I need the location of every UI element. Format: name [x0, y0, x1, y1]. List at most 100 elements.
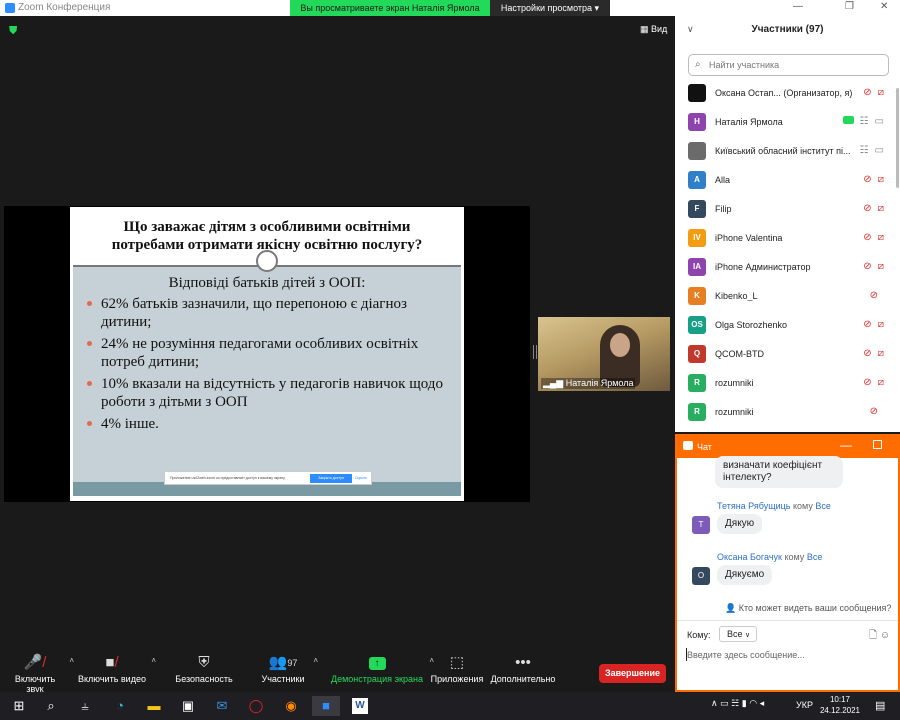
minimize-icon[interactable]: —	[793, 1, 803, 12]
unmute-button[interactable]: 🎤/ Включить звук ˄	[6, 652, 74, 694]
video-panel-drag-handle[interactable]	[533, 345, 537, 359]
camera-off-icon[interactable]: ⧄	[878, 174, 884, 185]
camera-icon[interactable]: ▭	[875, 116, 884, 127]
chat-recipient-select[interactable]: Все ∨	[719, 626, 757, 642]
notification-center-icon[interactable]: ▤	[875, 699, 885, 712]
chat-maximize-icon[interactable]	[873, 440, 882, 449]
file-explorer-icon[interactable]: ▬	[146, 698, 162, 714]
encryption-shield-icon[interactable]: ⛊	[9, 25, 19, 37]
edge-browser-icon[interactable]: ◔	[112, 698, 128, 714]
battery-icon[interactable]: ▮	[742, 698, 747, 708]
chat-minimize-icon[interactable]: —	[840, 438, 852, 452]
apps-button[interactable]: ⬚ Приложения	[430, 652, 484, 692]
chat-message-bubble: Дякую	[717, 514, 763, 534]
camera-off-icon[interactable]: ⧄	[878, 261, 884, 272]
participants-options-caret-icon[interactable]: ˄	[313, 656, 318, 665]
search-icon[interactable]: ⌕	[43, 698, 59, 714]
mic-icon[interactable]: ☷	[860, 145, 869, 156]
mic-muted-icon[interactable]: ⊘	[863, 174, 871, 185]
participant-row[interactable]: Rrozumniki ⊘ ⧄	[675, 370, 900, 399]
slide-bullet: 10% вказали на відсутність у педагогів н…	[87, 375, 457, 411]
mic-muted-icon[interactable]: ⊘	[863, 348, 871, 359]
participants-button[interactable]: 👥97 Участники ˄	[258, 652, 319, 692]
mail-icon[interactable]: ✉	[214, 698, 230, 714]
network-icon[interactable]: ☵	[731, 698, 739, 708]
view-options-button[interactable]: Настройки просмотра ▾	[490, 0, 610, 16]
participant-row[interactable]: IA iPhone Администратор ⊘ ⧄	[675, 254, 900, 283]
wifi-icon[interactable]: ◠	[749, 698, 757, 708]
slide-subtitle: Відповіді батьків дітей з ООП:	[168, 275, 366, 291]
close-icon[interactable]: ✕	[880, 1, 888, 12]
participant-row[interactable]: Київський обласний інститут пі... ☷ ▭	[675, 138, 900, 167]
word-icon[interactable]: W	[352, 698, 368, 714]
mic-icon[interactable]: ☷	[860, 116, 869, 127]
participant-status-icons: ☷ ▭	[842, 116, 884, 127]
chevron-up-icon[interactable]: ∧	[711, 698, 718, 708]
windows-start-icon[interactable]: ⊞	[11, 698, 27, 714]
participant-row[interactable]: Оксана Остап... (Организатор, я) ⊘ ⧄	[675, 80, 900, 109]
participant-row[interactable]: Q QCOM-BTD ⊘ ⧄	[675, 341, 900, 370]
mic-muted-icon[interactable]: ⊘	[870, 406, 878, 417]
participant-video[interactable]: ▂▄▆ Наталія Ярмола	[538, 317, 670, 391]
participant-row[interactable]: Н Наталія Ярмола ☷ ▭	[675, 109, 900, 138]
zoom-logo-icon	[5, 3, 15, 13]
participant-row[interactable]: A Alla ⊘ ⧄	[675, 167, 900, 196]
chat-message-bubble: Дякуємо	[717, 565, 773, 585]
hide-notification-button[interactable]: Скрыть	[355, 476, 367, 480]
more-button[interactable]: ••• Дополнительно	[490, 652, 556, 692]
participant-row[interactable]: K Kibenko_L ⊘	[675, 283, 900, 312]
who-can-see-link[interactable]: 👤 Кто может видеть ваши сообщения?	[725, 603, 891, 614]
participant-avatar: Q	[688, 345, 706, 363]
audio-options-caret-icon[interactable]: ˄	[69, 656, 74, 665]
view-button-label: Вид	[651, 24, 668, 34]
video-face	[610, 333, 630, 357]
mic-muted-icon[interactable]: ⊘	[863, 232, 871, 243]
camera-off-icon[interactable]: ⧄	[878, 203, 884, 214]
mic-muted-icon[interactable]: ⊘	[863, 261, 871, 272]
participant-row[interactable]: Rrozumniki ⊘	[675, 399, 900, 428]
participant-status-icons: ⊘ ⧄	[863, 203, 884, 214]
camera-off-icon[interactable]: ⧄	[878, 232, 884, 243]
chat-message-input[interactable]: Введите здесь сообщение...	[687, 650, 805, 660]
language-indicator[interactable]: УКР	[796, 700, 813, 710]
participant-row[interactable]: OS Olga Storozhenko ⊘ ⧄	[675, 312, 900, 341]
mic-muted-icon[interactable]: ⊘	[863, 203, 871, 214]
participant-avatar: F	[688, 200, 706, 218]
camera-off-icon[interactable]: ⧄	[878, 377, 884, 388]
camera-icon[interactable]: ▭	[875, 145, 884, 156]
mic-muted-icon[interactable]: ⊘	[870, 290, 878, 301]
participant-avatar: Н	[688, 113, 706, 131]
opera-browser-icon[interactable]: ◯	[248, 698, 264, 714]
volume-icon[interactable]: ◂	[760, 698, 765, 708]
camera-off-icon[interactable]: ⧄	[878, 319, 884, 330]
view-button[interactable]: ▦ Вид	[640, 24, 667, 35]
participant-name: QCOM-BTD	[715, 349, 764, 359]
emoji-icon[interactable]: ☺	[880, 630, 890, 641]
end-meeting-button[interactable]: Завершение	[599, 664, 666, 683]
store-icon[interactable]: ▣	[180, 698, 196, 714]
camera-off-icon[interactable]: ⧄	[878, 87, 884, 98]
participant-row[interactable]: F Filip ⊘ ⧄	[675, 196, 900, 225]
file-icon[interactable]: 🗋	[869, 630, 877, 641]
zoom-taskbar-icon[interactable]: ■	[312, 696, 340, 716]
taskbar-clock[interactable]: 10:17 24.12.2021	[815, 694, 865, 716]
restore-icon[interactable]: ❐	[845, 1, 854, 12]
participant-row[interactable]: IV iPhone Valentina ⊘ ⧄	[675, 225, 900, 254]
participants-scrollbar[interactable]	[896, 88, 899, 188]
mic-muted-icon[interactable]: ⊘	[863, 319, 871, 330]
slide-bullet: 4% інше.	[87, 415, 457, 433]
participant-search-input[interactable]: ⌕ Найти участника	[688, 54, 889, 76]
task-view-icon[interactable]: ⫨	[77, 698, 93, 714]
windows-taskbar: ⊞ ⌕ ⫨ ◔ ▬ ▣ ✉ ◯ ◉ ■ W	[0, 692, 900, 720]
video-options-caret-icon[interactable]: ˄	[151, 656, 156, 665]
device-icon[interactable]: ▭	[720, 698, 729, 708]
firefox-browser-icon[interactable]: ◉	[283, 698, 299, 714]
security-button[interactable]: ⛨ Безопасность	[172, 652, 236, 692]
mic-muted-icon[interactable]: ⊘	[863, 87, 871, 98]
start-video-button[interactable]: ■/ Включить видео ˄	[78, 652, 156, 692]
participant-name: Київський обласний інститут пі...	[715, 146, 851, 156]
mic-muted-icon[interactable]: ⊘	[863, 377, 871, 388]
share-screen-button[interactable]: ↑ Демонстрация экрана ˄	[330, 652, 434, 692]
camera-off-icon[interactable]: ⧄	[878, 348, 884, 359]
stop-sharing-button[interactable]: Закрыть доступ	[310, 474, 352, 483]
